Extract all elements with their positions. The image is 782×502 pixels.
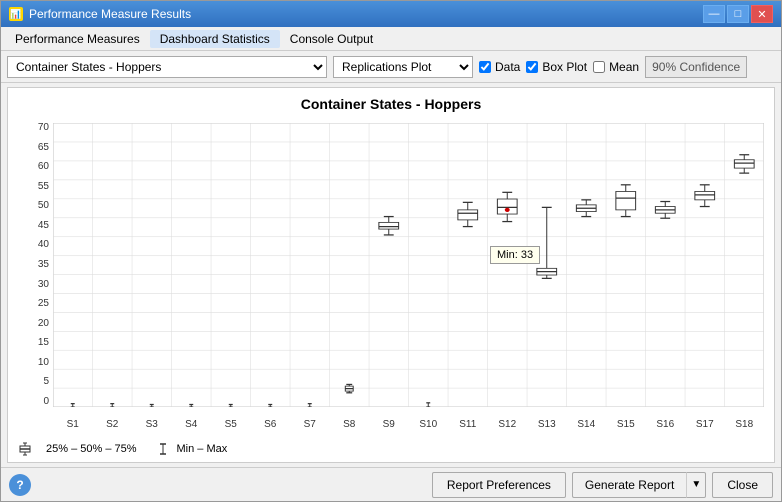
- x-label-s10: S10: [409, 419, 449, 430]
- y-label-20: 20: [38, 319, 49, 329]
- legend: 25% – 50% – 75% Min – Max: [18, 442, 227, 456]
- boxplot-checkbox-label: Box Plot: [542, 60, 587, 74]
- y-label-30: 30: [38, 280, 49, 290]
- legend-box-label: 25% – 50% – 75%: [46, 443, 137, 455]
- container-states-dropdown[interactable]: Container States - Hoppers: [7, 56, 327, 78]
- y-label-40: 40: [38, 240, 49, 250]
- legend-minmax-icon: [153, 442, 173, 456]
- y-label-65: 65: [38, 143, 49, 153]
- boxplot-checkbox-group: Box Plot: [526, 60, 587, 74]
- legend-box-icon: [18, 442, 42, 456]
- x-label-s12: S12: [488, 419, 528, 430]
- y-label-45: 45: [38, 221, 49, 231]
- bottom-left: ?: [9, 474, 31, 496]
- chart-area: Container States - Hoppers 70 65 60 55 5…: [7, 87, 775, 463]
- x-label-s2: S2: [93, 419, 133, 430]
- title-bar: 📊 Performance Measure Results — □ ✕: [1, 1, 781, 27]
- data-checkbox-label: Data: [495, 60, 520, 74]
- y-label-50: 50: [38, 201, 49, 211]
- y-label-70: 70: [38, 123, 49, 133]
- window-title: Performance Measure Results: [29, 7, 191, 21]
- main-window: 📊 Performance Measure Results — □ ✕ Perf…: [0, 0, 782, 502]
- report-preferences-button[interactable]: Report Preferences: [432, 472, 566, 498]
- y-label-60: 60: [38, 162, 49, 172]
- mean-checkbox[interactable]: [593, 61, 605, 73]
- data-checkbox-group: Data: [479, 60, 520, 74]
- menu-bar: Performance Measures Dashboard Statistic…: [1, 27, 781, 51]
- generate-report-group: Generate Report ▼: [572, 472, 706, 498]
- chart-title: Container States - Hoppers: [8, 88, 774, 116]
- menu-performance-measures[interactable]: Performance Measures: [5, 30, 150, 48]
- title-bar-left: 📊 Performance Measure Results: [9, 7, 191, 21]
- legend-minmax: Min – Max: [153, 442, 228, 456]
- x-label-s8: S8: [330, 419, 370, 430]
- x-label-s16: S16: [646, 419, 686, 430]
- boxplot-checkbox[interactable]: [526, 61, 538, 73]
- title-bar-controls: — □ ✕: [703, 5, 773, 23]
- x-label-s14: S14: [567, 419, 607, 430]
- mean-checkbox-label: Mean: [609, 60, 639, 74]
- y-label-10: 10: [38, 358, 49, 368]
- help-button[interactable]: ?: [9, 474, 31, 496]
- menu-dashboard-statistics[interactable]: Dashboard Statistics: [150, 30, 280, 48]
- y-axis: 70 65 60 55 50 45 40 35 30 25 20 15 10 5…: [8, 123, 53, 407]
- x-axis: S1 S2 S3 S4 S5 S6 S7 S8 S9 S10 S11 S12 S…: [53, 419, 764, 430]
- x-label-s6: S6: [251, 419, 291, 430]
- x-label-s4: S4: [172, 419, 212, 430]
- app-icon: 📊: [9, 7, 23, 21]
- y-label-55: 55: [38, 182, 49, 192]
- y-label-0: 0: [43, 397, 49, 407]
- bottom-right: Report Preferences Generate Report ▼ Clo…: [432, 472, 773, 498]
- legend-minmax-label: Min – Max: [177, 443, 228, 455]
- x-label-s9: S9: [369, 419, 409, 430]
- x-label-s11: S11: [448, 419, 488, 430]
- y-label-25: 25: [38, 299, 49, 309]
- generate-report-button[interactable]: Generate Report: [572, 472, 686, 498]
- chart-svg: [53, 123, 764, 407]
- menu-console-output[interactable]: Console Output: [280, 30, 383, 48]
- close-button[interactable]: Close: [712, 472, 773, 498]
- data-checkbox[interactable]: [479, 61, 491, 73]
- generate-report-dropdown[interactable]: ▼: [686, 472, 706, 498]
- titlebar-close-button[interactable]: ✕: [751, 5, 773, 23]
- x-label-s3: S3: [132, 419, 172, 430]
- x-label-s18: S18: [725, 419, 765, 430]
- legend-boxplot: 25% – 50% – 75%: [18, 442, 137, 456]
- x-label-s7: S7: [290, 419, 330, 430]
- bottom-bar: ? Report Preferences Generate Report ▼ C…: [1, 467, 781, 501]
- y-label-15: 15: [38, 338, 49, 348]
- x-label-s13: S13: [527, 419, 567, 430]
- plot-type-dropdown[interactable]: Replications Plot: [333, 56, 473, 78]
- x-label-s17: S17: [685, 419, 725, 430]
- toolbar: Container States - Hoppers Replications …: [1, 51, 781, 83]
- x-label-s15: S15: [606, 419, 646, 430]
- confidence-label: 90% Confidence: [645, 56, 747, 78]
- maximize-button[interactable]: □: [727, 5, 749, 23]
- x-label-s5: S5: [211, 419, 251, 430]
- mean-checkbox-group: Mean: [593, 60, 639, 74]
- y-label-35: 35: [38, 260, 49, 270]
- minimize-button[interactable]: —: [703, 5, 725, 23]
- y-label-5: 5: [43, 377, 49, 387]
- x-label-s1: S1: [53, 419, 93, 430]
